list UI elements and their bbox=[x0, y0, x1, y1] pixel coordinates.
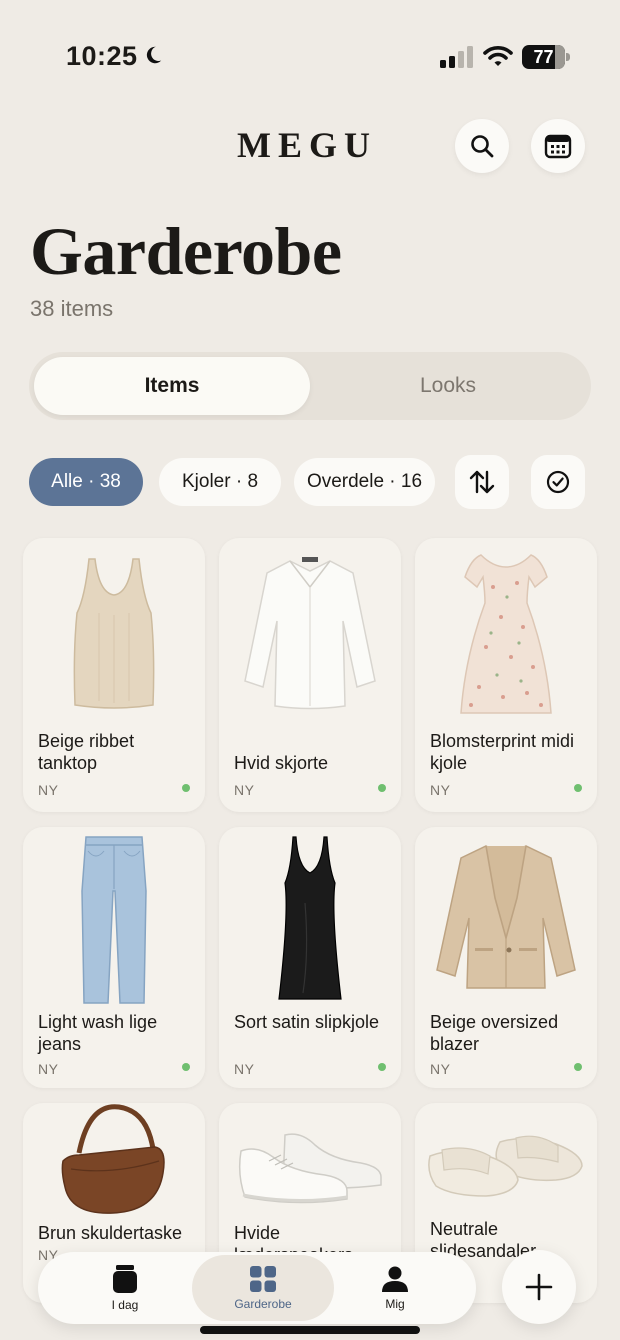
item-image bbox=[23, 1103, 205, 1219]
nav-item-me[interactable]: Mig bbox=[348, 1252, 442, 1324]
item-image bbox=[219, 827, 401, 1009]
view-segmented-control: Items Looks bbox=[29, 352, 591, 420]
jar-icon bbox=[113, 1265, 137, 1293]
home-indicator bbox=[200, 1326, 420, 1334]
grid-icon bbox=[250, 1266, 276, 1292]
wardrobe-item-card[interactable]: Hvid skjorte NY bbox=[219, 538, 401, 812]
cellular-signal-icon bbox=[440, 46, 473, 68]
item-image bbox=[415, 538, 597, 728]
item-name: Beige ribbet tanktop bbox=[38, 731, 135, 773]
search-button[interactable] bbox=[455, 119, 509, 173]
wardrobe-item-card[interactable]: Beige oversized blazer NY bbox=[415, 827, 597, 1088]
item-tag: NY bbox=[38, 782, 59, 798]
item-image bbox=[415, 827, 597, 1009]
nav-item-wardrobe[interactable]: Garderobe bbox=[192, 1255, 334, 1321]
new-status-dot bbox=[378, 1063, 386, 1071]
item-image bbox=[415, 1103, 597, 1219]
new-status-dot bbox=[182, 784, 190, 792]
nav-item-today[interactable]: I dag bbox=[78, 1252, 172, 1324]
battery-indicator: 77 bbox=[522, 45, 570, 69]
calendar-button[interactable] bbox=[531, 119, 585, 173]
nav-label-me: Mig bbox=[385, 1297, 405, 1311]
brand-logo: MEGU bbox=[237, 125, 377, 165]
wifi-icon bbox=[483, 46, 513, 66]
calendar-icon bbox=[544, 134, 572, 159]
moon-icon bbox=[146, 46, 162, 64]
shirt-icon bbox=[244, 556, 376, 709]
item-tag: NY bbox=[430, 782, 451, 798]
floral-dress-icon bbox=[460, 554, 552, 714]
item-image bbox=[219, 1103, 401, 1219]
bottom-navigation: I dag Garderobe Mig bbox=[38, 1252, 476, 1324]
slides-icon bbox=[428, 1135, 583, 1197]
battery-level: 77 bbox=[533, 47, 554, 67]
blazer-icon bbox=[436, 845, 576, 989]
item-tag: NY bbox=[430, 1061, 451, 1077]
page-title: Garderobe bbox=[30, 213, 342, 289]
tab-items[interactable]: Items bbox=[34, 357, 310, 415]
nav-label-wardrobe: Garderobe bbox=[234, 1297, 292, 1311]
item-name: Brun skuldertaske bbox=[38, 1223, 183, 1243]
item-name: Blomsterprint midi kjole bbox=[430, 731, 575, 773]
item-tag: NY bbox=[38, 1061, 59, 1077]
item-name: Light wash lige jeans bbox=[38, 1012, 158, 1054]
new-status-dot bbox=[574, 784, 582, 792]
plus-icon bbox=[525, 1273, 553, 1301]
select-mode-button[interactable] bbox=[531, 455, 585, 509]
shoulder-bag-icon bbox=[61, 1104, 165, 1214]
wardrobe-item-card[interactable]: Blomsterprint midi kjole NY bbox=[415, 538, 597, 812]
item-image bbox=[23, 827, 205, 1009]
item-name: Hvid skjorte bbox=[234, 753, 329, 773]
filter-chip-all[interactable]: Alle · 38 bbox=[29, 458, 143, 506]
status-bar: 10:25 77 bbox=[0, 0, 620, 110]
item-name: Sort satin slipkjole bbox=[234, 1012, 380, 1032]
jeans-icon bbox=[81, 835, 147, 1004]
item-tag: NY bbox=[234, 782, 255, 798]
nav-label-today: I dag bbox=[111, 1298, 139, 1312]
status-time: 10:25 bbox=[66, 41, 138, 71]
sneakers-icon bbox=[238, 1133, 382, 1204]
slip-dress-icon bbox=[278, 836, 342, 1000]
search-icon bbox=[471, 135, 494, 158]
wardrobe-item-card[interactable]: Beige ribbet tanktop NY bbox=[23, 538, 205, 812]
filter-chip-tops[interactable]: Overdele · 16 bbox=[294, 458, 435, 506]
person-icon bbox=[382, 1266, 408, 1292]
tank-top-icon bbox=[73, 558, 155, 709]
filter-chip-dresses[interactable]: Kjoler · 8 bbox=[159, 458, 281, 506]
sort-arrows-icon bbox=[469, 470, 495, 494]
wardrobe-item-card[interactable]: Light wash lige jeans NY bbox=[23, 827, 205, 1088]
item-image bbox=[219, 538, 401, 728]
item-tag: NY bbox=[234, 1061, 255, 1077]
wardrobe-item-card[interactable]: Sort satin slipkjole NY bbox=[219, 827, 401, 1088]
new-status-dot bbox=[182, 1063, 190, 1071]
check-circle-icon bbox=[546, 470, 570, 494]
new-status-dot bbox=[574, 1063, 582, 1071]
item-image bbox=[23, 538, 205, 728]
new-status-dot bbox=[378, 784, 386, 792]
item-count: 38 items bbox=[30, 296, 114, 321]
item-name: Beige oversized blazer bbox=[430, 1012, 559, 1054]
tab-looks[interactable]: Looks bbox=[310, 357, 586, 415]
sort-button[interactable] bbox=[455, 455, 509, 509]
add-item-button[interactable] bbox=[502, 1250, 576, 1324]
